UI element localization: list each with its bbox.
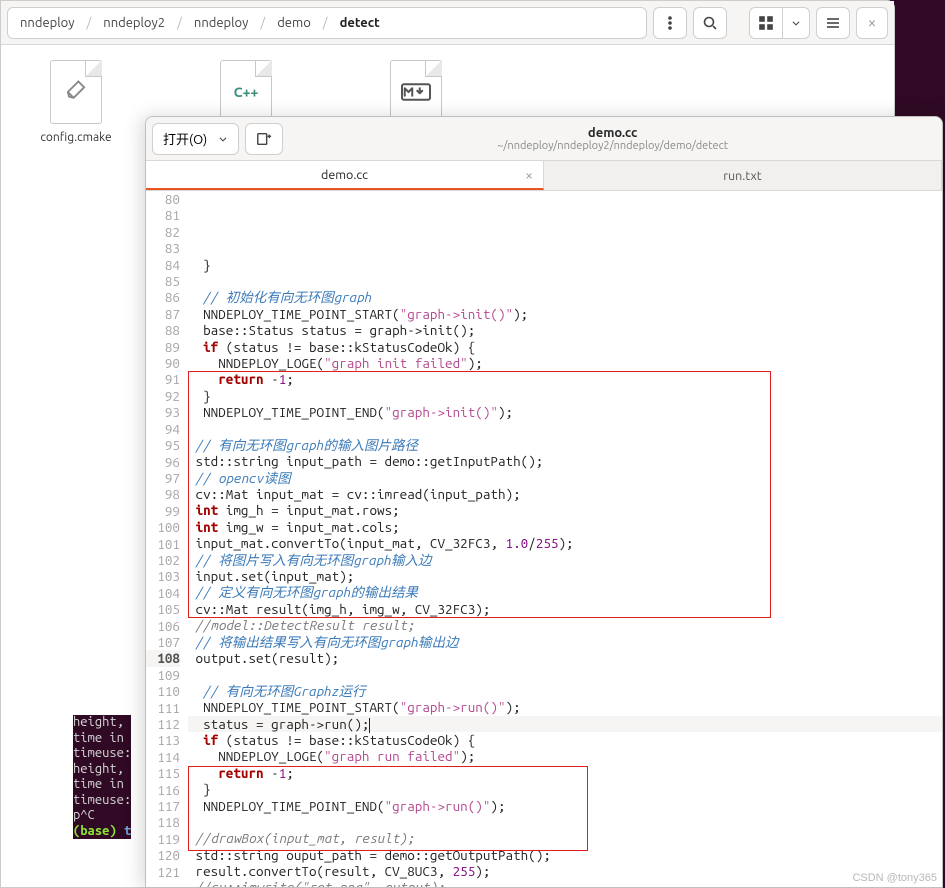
editor-titlebar: demo.cc ~/nndeploy/nndeploy2/nndeploy/de… bbox=[289, 126, 936, 152]
editor-subtitle: ~/nndeploy/nndeploy2/nndeploy/demo/detec… bbox=[289, 140, 936, 152]
line-number-gutter: 8081828384858687888990919293949596979899… bbox=[146, 191, 188, 887]
code-area[interactable]: } // 初始化有向无环图graph NNDEPLOY_TIME_POINT_S… bbox=[188, 191, 942, 887]
breadcrumb-segment[interactable]: nndeploy bbox=[182, 8, 260, 38]
watermark: CSDN @tony365 bbox=[852, 872, 937, 884]
file-label: config.cmake bbox=[40, 131, 111, 144]
view-dropdown-button[interactable] bbox=[782, 7, 810, 39]
tab-run-txt[interactable]: run.txt bbox=[544, 161, 942, 190]
file-icon bbox=[46, 57, 106, 127]
editor-body: 8081828384858687888990919293949596979899… bbox=[146, 191, 942, 887]
file-item[interactable]: config.cmake bbox=[21, 57, 131, 144]
hamburger-button[interactable] bbox=[816, 7, 850, 39]
breadcrumb-segment[interactable]: nndeploy2 bbox=[91, 8, 177, 38]
editor-window: 打开(O) demo.cc ~/nndeploy/nndeploy2/nndep… bbox=[145, 116, 943, 888]
editor-header: 打开(O) demo.cc ~/nndeploy/nndeploy2/nndep… bbox=[146, 117, 942, 161]
breadcrumb-segment[interactable]: demo bbox=[265, 8, 323, 38]
editor-title: demo.cc bbox=[289, 126, 936, 140]
new-tab-button[interactable] bbox=[245, 123, 283, 155]
search-button[interactable] bbox=[693, 7, 727, 39]
breadcrumb-segment[interactable]: nndeploy bbox=[8, 8, 86, 38]
menu-more-button[interactable] bbox=[653, 7, 687, 39]
tab-demo-cc[interactable]: demo.cc× bbox=[146, 161, 544, 190]
open-label: 打开(O) bbox=[163, 129, 207, 148]
editor-tabs: demo.cc×run.txt bbox=[146, 161, 942, 191]
close-icon: × bbox=[867, 14, 876, 32]
chevron-down-icon bbox=[218, 131, 228, 147]
new-document-icon bbox=[256, 131, 272, 147]
view-mode-group bbox=[749, 7, 810, 39]
window-close-button[interactable]: × bbox=[856, 7, 888, 39]
terminal-fragment: height, time in timeuse: height, time in… bbox=[73, 715, 131, 839]
breadcrumb-segment[interactable]: detect bbox=[328, 8, 392, 38]
tab-close-icon[interactable]: × bbox=[525, 167, 533, 183]
open-button[interactable]: 打开(O) bbox=[152, 123, 239, 155]
icon-view-button[interactable] bbox=[749, 7, 782, 39]
breadcrumb[interactable]: nndeploy / nndeploy2 / nndeploy / demo /… bbox=[7, 7, 647, 39]
file-manager-header: nndeploy / nndeploy2 / nndeploy / demo /… bbox=[1, 1, 894, 45]
